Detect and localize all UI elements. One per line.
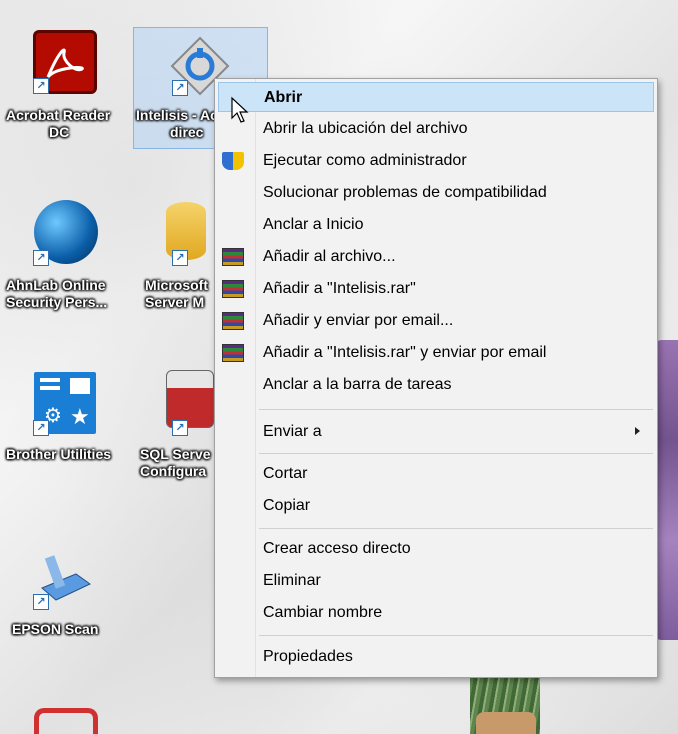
winrar-icon bbox=[222, 248, 244, 266]
menu-item-label: Anclar a Inicio bbox=[263, 216, 364, 233]
shortcut-arrow-icon: ↗ bbox=[33, 420, 49, 436]
shortcut-arrow-icon: ↗ bbox=[33, 78, 49, 94]
menu-item-anadir-rar-email[interactable]: Añadir a "Intelisis.rar" y enviar por em… bbox=[218, 338, 654, 368]
menu-item-anclar-inicio[interactable]: Anclar a Inicio bbox=[218, 210, 654, 240]
menu-separator bbox=[259, 635, 653, 636]
menu-item-label: Añadir y enviar por email... bbox=[263, 312, 454, 329]
winrar-icon bbox=[222, 344, 244, 362]
menu-item-label: Abrir la ubicación del archivo bbox=[263, 120, 468, 137]
wallpaper-pot bbox=[476, 712, 536, 734]
icon-label: Microsoft bbox=[145, 277, 208, 293]
menu-item-label: Cortar bbox=[263, 465, 308, 482]
menu-item-label: Copiar bbox=[263, 497, 311, 514]
menu-separator bbox=[259, 453, 653, 454]
uac-shield-icon bbox=[222, 152, 244, 170]
menu-item-label: Anclar a la barra de tareas bbox=[263, 376, 452, 393]
icon-label: Server M bbox=[145, 294, 205, 310]
mouse-cursor-icon bbox=[231, 96, 249, 123]
menu-item-cortar[interactable]: Cortar bbox=[218, 459, 654, 489]
icon-label: AhnLab Online bbox=[6, 277, 106, 293]
menu-item-label: Enviar a bbox=[263, 423, 322, 440]
icon-label: Intelisis - Acc bbox=[136, 107, 226, 123]
svg-text:★: ★ bbox=[70, 405, 90, 430]
menu-item-copiar[interactable]: Copiar bbox=[218, 491, 654, 521]
shortcut-arrow-icon: ↗ bbox=[172, 80, 188, 96]
menu-item-anadir-archivo[interactable]: Añadir al archivo... bbox=[218, 242, 654, 272]
shortcut-arrow-icon: ↗ bbox=[33, 594, 49, 610]
icon-label: Acrobat Reader bbox=[6, 107, 111, 123]
icon-label: SQL Serve bbox=[140, 446, 211, 462]
icon-label: Configura bbox=[140, 463, 207, 479]
icon-label: direc bbox=[170, 124, 204, 140]
menu-item-cambiar-nombre[interactable]: Cambiar nombre bbox=[218, 598, 654, 628]
menu-item-anclar-barra[interactable]: Anclar a la barra de tareas bbox=[218, 370, 654, 400]
shortcut-arrow-icon: ↗ bbox=[172, 420, 188, 436]
menu-item-label: Añadir a "Intelisis.rar" y enviar por em… bbox=[263, 344, 547, 361]
submenu-arrow-icon bbox=[635, 427, 640, 435]
menu-item-abrir-ubicacion[interactable]: Abrir la ubicación del archivo bbox=[218, 114, 654, 144]
menu-item-crear-acceso[interactable]: Crear acceso directo bbox=[218, 534, 654, 564]
menu-item-label: Propiedades bbox=[263, 648, 353, 665]
menu-item-label: Añadir a "Intelisis.rar" bbox=[263, 280, 416, 297]
menu-item-compatibilidad[interactable]: Solucionar problemas de compatibilidad bbox=[218, 178, 654, 208]
icon-label: Security Pers... bbox=[6, 294, 108, 310]
menu-item-label: Solucionar problemas de compatibilidad bbox=[263, 184, 547, 201]
winrar-icon bbox=[222, 312, 244, 330]
menu-item-enviar-a[interactable]: Enviar a bbox=[218, 417, 654, 447]
partial-desktop-icon[interactable] bbox=[34, 708, 98, 734]
icon-label: DC bbox=[49, 124, 70, 140]
menu-separator bbox=[259, 528, 653, 529]
context-menu: Abrir Abrir la ubicación del archivo Eje… bbox=[214, 78, 658, 678]
menu-item-label: Añadir al archivo... bbox=[263, 248, 396, 265]
menu-item-label: Ejecutar como administrador bbox=[263, 152, 467, 169]
shortcut-arrow-icon: ↗ bbox=[33, 250, 49, 266]
menu-item-label: Abrir bbox=[264, 89, 303, 106]
icon-label: EPSON Scan bbox=[12, 621, 99, 637]
menu-item-label: Eliminar bbox=[263, 572, 321, 589]
icon-label: Brother Utilities bbox=[6, 446, 112, 462]
menu-item-eliminar[interactable]: Eliminar bbox=[218, 566, 654, 596]
menu-item-label: Cambiar nombre bbox=[263, 604, 383, 621]
menu-item-ejecutar-admin[interactable]: Ejecutar como administrador bbox=[218, 146, 654, 176]
shortcut-arrow-icon: ↗ bbox=[172, 250, 188, 266]
winrar-icon bbox=[222, 280, 244, 298]
menu-separator bbox=[259, 409, 653, 410]
menu-item-anadir-rar[interactable]: Añadir a "Intelisis.rar" bbox=[218, 274, 654, 304]
menu-item-anadir-email[interactable]: Añadir y enviar por email... bbox=[218, 306, 654, 336]
menu-item-label: Crear acceso directo bbox=[263, 540, 411, 557]
menu-item-propiedades[interactable]: Propiedades bbox=[218, 642, 654, 672]
menu-item-abrir[interactable]: Abrir bbox=[218, 82, 654, 112]
